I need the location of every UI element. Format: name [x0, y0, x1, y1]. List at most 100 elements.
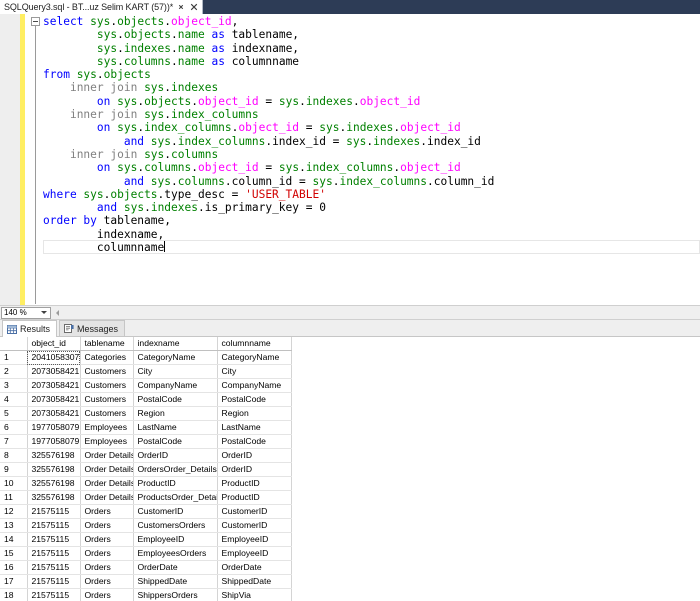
cell-columnname[interactable]: CustomerID	[217, 504, 292, 519]
table-row[interactable]: 11 325576198 Order Details ProductsOrder_De…	[0, 490, 292, 505]
column-header-columnname[interactable]: columnname	[217, 337, 292, 351]
row-number-cell[interactable]: 3	[0, 378, 28, 393]
cell-columnname[interactable]: PostalCode	[217, 434, 292, 449]
row-number-cell[interactable]: 8	[0, 448, 28, 463]
cell-tablename[interactable]: Customers	[80, 378, 134, 393]
table-row[interactable]: 5 2073058421 Customers Region Region	[0, 406, 292, 421]
column-header-object-id[interactable]: object_id	[27, 337, 81, 351]
cell-object-id[interactable]: 21575115	[27, 504, 81, 519]
row-number-cell[interactable]: 14	[0, 532, 28, 547]
cell-indexname[interactable]: CustomersOrders	[133, 518, 218, 533]
cell-indexname[interactable]: ProductsOrder_Details	[133, 490, 218, 505]
table-row[interactable]: 12 21575115 Orders CustomerID CustomerID	[0, 504, 292, 519]
cell-object-id[interactable]: 325576198	[27, 476, 81, 491]
row-number-cell[interactable]: 13	[0, 518, 28, 533]
row-number-cell[interactable]: 4	[0, 392, 28, 407]
table-row[interactable]: 1 2041058307 Categories CategoryName Categor…	[0, 350, 292, 365]
cell-indexname[interactable]: LastName	[133, 420, 218, 435]
sql-editor[interactable]: select sys.objects.object_id, sys.object…	[0, 14, 700, 305]
document-tab-sqlquery3[interactable]: SQLQuery3.sql - BT...uz Selim KART (57))…	[0, 0, 204, 14]
cell-columnname[interactable]: ShipVia	[217, 588, 292, 601]
zoom-level-select[interactable]: 140 %	[1, 306, 51, 319]
cell-tablename[interactable]: Orders	[80, 560, 134, 575]
collapse-minus-icon[interactable]	[31, 17, 40, 26]
cell-tablename[interactable]: Orders	[80, 546, 134, 561]
cell-columnname[interactable]: OrderDate	[217, 560, 292, 575]
cell-indexname[interactable]: CategoryName	[133, 350, 218, 365]
cell-tablename[interactable]: Orders	[80, 574, 134, 589]
cell-object-id[interactable]: 2041058307	[27, 350, 81, 365]
cell-indexname[interactable]: CustomerID	[133, 504, 218, 519]
table-row[interactable]: 14 21575115 Orders EmployeeID EmployeeID	[0, 532, 292, 547]
cell-tablename[interactable]: Customers	[80, 406, 134, 421]
cell-tablename[interactable]: Employees	[80, 420, 134, 435]
cell-object-id[interactable]: 325576198	[27, 448, 81, 463]
cell-tablename[interactable]: Order Details	[80, 448, 134, 463]
table-row[interactable]: 10 325576198 Order Details ProductID Product…	[0, 476, 292, 491]
cell-object-id[interactable]: 325576198	[27, 490, 81, 505]
cell-columnname[interactable]: Region	[217, 406, 292, 421]
row-number-cell[interactable]: 9	[0, 462, 28, 477]
table-row[interactable]: 17 21575115 Orders ShippedDate ShippedDate	[0, 574, 292, 589]
column-header-indexname[interactable]: indexname	[133, 337, 218, 351]
pin-icon[interactable]	[176, 3, 186, 11]
cell-tablename[interactable]: Order Details	[80, 462, 134, 477]
row-number-cell[interactable]: 11	[0, 490, 28, 505]
results-grid-scroll[interactable]: object_id tablename indexname columnname…	[0, 337, 700, 601]
table-row[interactable]: 3 2073058421 Customers CompanyName CompanyNa…	[0, 378, 292, 393]
cell-object-id[interactable]: 21575115	[27, 560, 81, 575]
cell-object-id[interactable]: 325576198	[27, 462, 81, 477]
cell-columnname[interactable]: OrderID	[217, 448, 292, 463]
cell-indexname[interactable]: CompanyName	[133, 378, 218, 393]
table-row[interactable]: 15 21575115 Orders EmployeesOrders EmployeeI…	[0, 546, 292, 561]
cell-object-id[interactable]: 2073058421	[27, 378, 81, 393]
cell-tablename[interactable]: Orders	[80, 504, 134, 519]
cell-indexname[interactable]: EmployeesOrders	[133, 546, 218, 561]
row-number-cell[interactable]: 5	[0, 406, 28, 421]
row-number-cell[interactable]: 10	[0, 476, 28, 491]
chevron-down-icon[interactable]	[41, 311, 47, 314]
cell-columnname[interactable]: LastName	[217, 420, 292, 435]
row-number-cell[interactable]: 6	[0, 420, 28, 435]
cell-columnname[interactable]: PostalCode	[217, 392, 292, 407]
cell-columnname[interactable]: CategoryName	[217, 350, 292, 365]
cell-indexname[interactable]: ShippersOrders	[133, 588, 218, 601]
table-row[interactable]: 18 21575115 Orders ShippersOrders ShipVia	[0, 588, 292, 601]
cell-columnname[interactable]: CompanyName	[217, 378, 292, 393]
cell-object-id[interactable]: 2073058421	[27, 406, 81, 421]
cell-object-id[interactable]: 21575115	[27, 574, 81, 589]
cell-indexname[interactable]: EmployeeID	[133, 532, 218, 547]
results-grid[interactable]: object_id tablename indexname columnname…	[0, 337, 292, 601]
editor-outlining-column[interactable]	[30, 14, 43, 305]
cell-indexname[interactable]: City	[133, 364, 218, 379]
results-tab-results[interactable]: Results	[2, 320, 58, 337]
row-number-cell[interactable]: 7	[0, 434, 28, 449]
cell-columnname[interactable]: ProductID	[217, 490, 292, 505]
cell-indexname[interactable]: PostalCode	[133, 434, 218, 449]
cell-object-id[interactable]: 21575115	[27, 518, 81, 533]
cell-indexname[interactable]: ShippedDate	[133, 574, 218, 589]
cell-columnname[interactable]: EmployeeID	[217, 532, 292, 547]
cell-object-id[interactable]: 2073058421	[27, 364, 81, 379]
cell-tablename[interactable]: Orders	[80, 588, 134, 601]
cell-indexname[interactable]: OrdersOrder_Details	[133, 462, 218, 477]
cell-columnname[interactable]: ProductID	[217, 476, 292, 491]
cell-object-id[interactable]: 1977058079	[27, 420, 81, 435]
cell-tablename[interactable]: Customers	[80, 392, 134, 407]
cell-columnname[interactable]: EmployeeID	[217, 546, 292, 561]
cell-indexname[interactable]: ProductID	[133, 476, 218, 491]
cell-columnname[interactable]: CustomerID	[217, 518, 292, 533]
cell-tablename[interactable]: Orders	[80, 518, 134, 533]
cell-columnname[interactable]: City	[217, 364, 292, 379]
cell-columnname[interactable]: OrderID	[217, 462, 292, 477]
table-row[interactable]: 8 325576198 Order Details OrderID OrderID	[0, 448, 292, 463]
table-row[interactable]: 13 21575115 Orders CustomersOrders CustomerI…	[0, 518, 292, 533]
cell-object-id[interactable]: 2073058421	[27, 392, 81, 407]
cell-tablename[interactable]: Order Details	[80, 476, 134, 491]
cell-tablename[interactable]: Employees	[80, 434, 134, 449]
cell-columnname[interactable]: ShippedDate	[217, 574, 292, 589]
table-row[interactable]: 7 1977058079 Employees PostalCode PostalCode	[0, 434, 292, 449]
cell-tablename[interactable]: Categories	[80, 350, 134, 365]
cell-tablename[interactable]: Order Details	[80, 490, 134, 505]
column-header-tablename[interactable]: tablename	[80, 337, 134, 351]
